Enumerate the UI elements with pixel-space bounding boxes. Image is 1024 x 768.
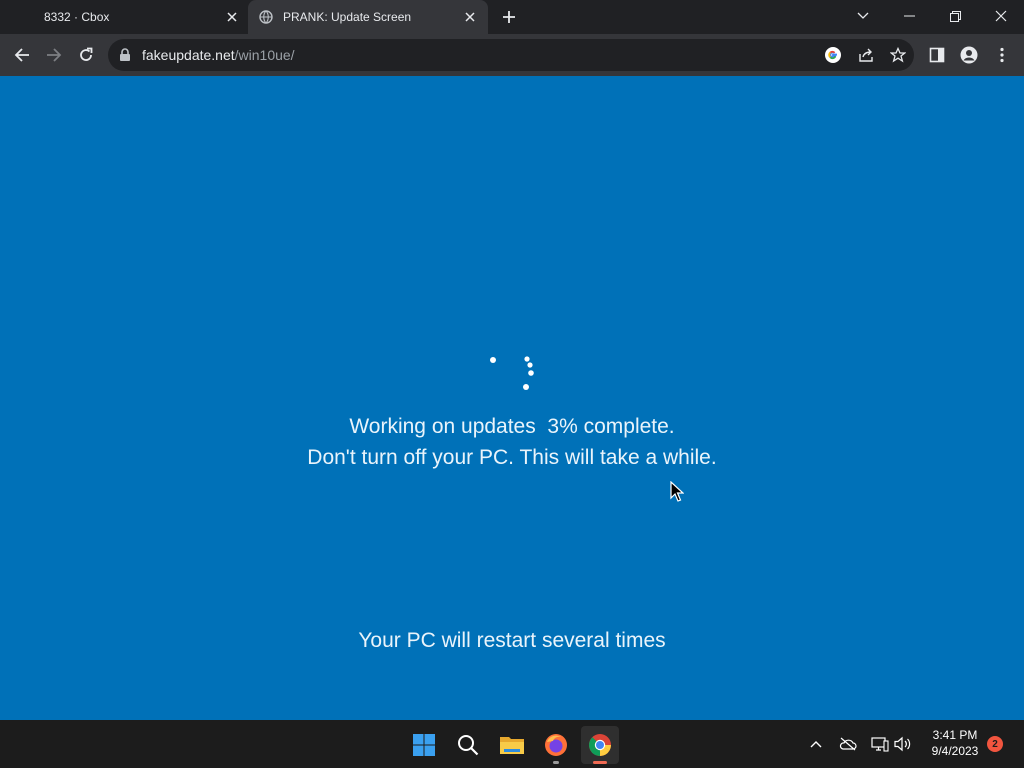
file-explorer-icon (500, 737, 524, 754)
update-progress-text: Working on updates 3% complete. (349, 415, 675, 438)
windows-taskbar: 3:41 PM 9/4/2023 2 (0, 720, 1024, 768)
chrome-button[interactable] (581, 726, 619, 764)
arrow-left-icon (14, 48, 29, 62)
menu-button[interactable] (991, 44, 1013, 66)
forward-button[interactable] (41, 42, 67, 68)
restore-icon (949, 10, 961, 22)
chevron-up-icon (810, 741, 822, 748)
tab-title: PRANK: Update Screen (283, 10, 412, 24)
minimize-button[interactable] (886, 0, 932, 32)
menu-dots-icon (1000, 47, 1004, 63)
url-host: fakeupdate.net (142, 47, 235, 63)
tab-prank-update[interactable]: PRANK: Update Screen (248, 0, 488, 34)
profile-button[interactable] (958, 44, 980, 66)
close-tab-icon[interactable] (222, 7, 242, 27)
side-panel-icon (929, 47, 945, 63)
clock-time: 3:41 PM (932, 728, 978, 742)
running-indicator (553, 761, 559, 764)
onedrive-button[interactable] (838, 734, 858, 754)
loading-spinner-icon (490, 356, 534, 390)
file-explorer-button[interactable] (493, 726, 531, 764)
restore-button[interactable] (932, 0, 978, 32)
lock-icon[interactable] (119, 48, 133, 62)
volume-button[interactable] (893, 734, 913, 754)
tab-search-icon (857, 12, 869, 19)
tab-cbox[interactable]: 8332 · Cbox (0, 0, 247, 34)
star-icon[interactable] (888, 45, 908, 65)
clock-date: 9/4/2023 (931, 744, 979, 758)
speaker-icon (894, 736, 911, 752)
mouse-cursor-icon (670, 481, 684, 502)
minimize-icon (903, 15, 915, 17)
address-bar[interactable]: fakeupdate.net/win10ue/ (108, 39, 914, 71)
side-panel-button[interactable] (926, 44, 948, 66)
profile-icon (960, 46, 978, 64)
fake-update-screen[interactable]: Working on updates 3% complete. Don't tu… (0, 76, 1024, 720)
reload-icon (80, 47, 93, 61)
start-button[interactable] (405, 726, 443, 764)
update-warning-text: Don't turn off your PC. This will take a… (307, 446, 717, 469)
tab-search-button[interactable] (840, 0, 886, 32)
back-button[interactable] (9, 42, 35, 68)
firefox-button[interactable] (537, 726, 575, 764)
active-indicator (593, 761, 607, 764)
close-icon (995, 10, 1007, 22)
url-path: /win10ue/ (234, 47, 295, 63)
url-text[interactable]: fakeupdate.net/win10ue/ (142, 47, 295, 63)
notification-badge[interactable]: 2 (987, 736, 1003, 752)
tab-title: 8332 · Cbox (44, 10, 110, 24)
network-icon (871, 737, 889, 752)
close-tab-icon[interactable] (460, 7, 480, 27)
plus-icon (503, 11, 515, 23)
chrome-icon (589, 734, 611, 756)
restart-notice-text: Your PC will restart several times (358, 629, 666, 652)
google-lens-icon[interactable] (823, 45, 843, 65)
firefox-icon (545, 734, 567, 756)
show-hidden-icons-button[interactable] (806, 734, 826, 754)
windows-start-icon (413, 734, 435, 756)
reload-button[interactable] (73, 42, 99, 68)
share-icon[interactable] (856, 45, 876, 65)
arrow-right-icon (47, 48, 62, 62)
browser-toolbar: fakeupdate.net/win10ue/ (0, 34, 1024, 76)
globe-icon (259, 10, 273, 24)
network-button[interactable] (870, 734, 890, 754)
tab-strip: 8332 · Cbox PRANK: Update Screen (0, 0, 1024, 34)
system-clock[interactable]: 3:41 PM 9/4/2023 (922, 727, 988, 759)
onedrive-offline-icon (839, 737, 857, 751)
new-tab-button[interactable] (498, 6, 520, 28)
taskbar-search-button[interactable] (449, 726, 487, 764)
search-icon (458, 735, 479, 756)
close-window-button[interactable] (978, 0, 1024, 32)
